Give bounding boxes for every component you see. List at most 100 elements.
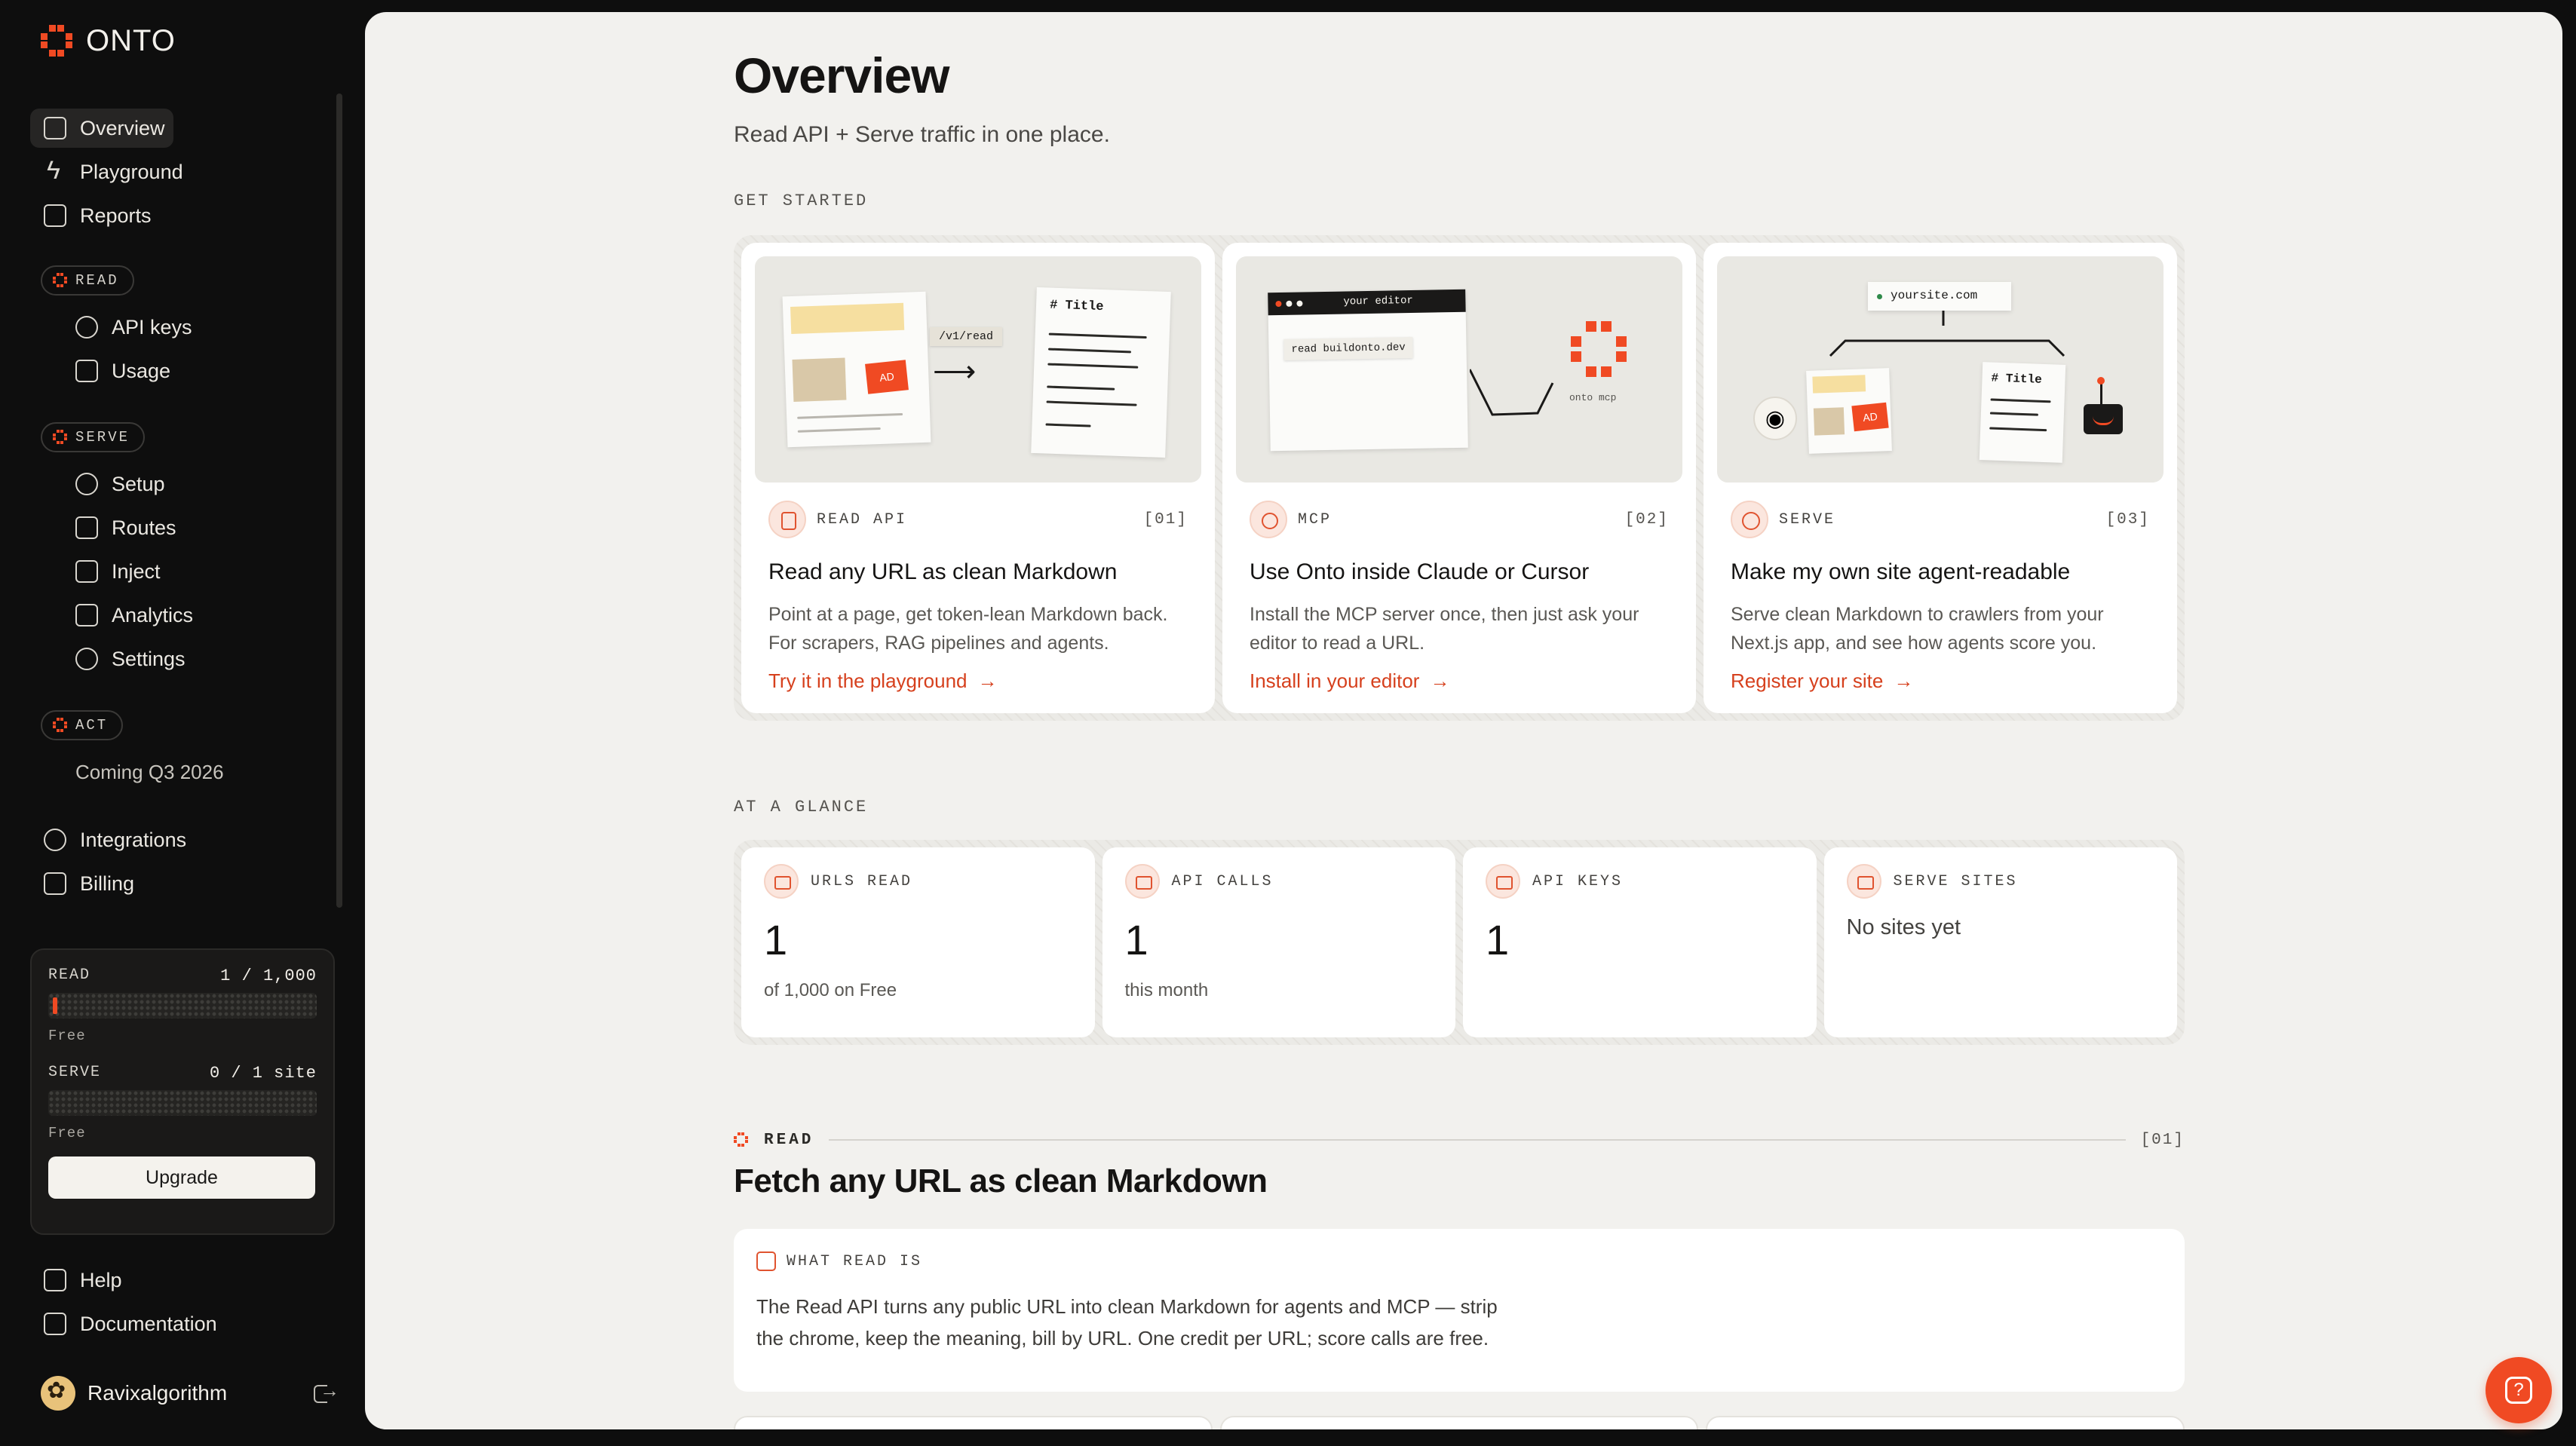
next-cards-peek (734, 1416, 2185, 1429)
nav-item-api-keys[interactable]: API keys (30, 308, 332, 347)
nav-item-label: Billing (80, 872, 135, 895)
stat-label: SERVE SITES (1893, 872, 2018, 890)
nav-item-label: Analytics (112, 603, 194, 626)
help-icon: ? (2505, 1377, 2532, 1404)
document-icon (768, 501, 806, 538)
section-pill-act: ACT (41, 710, 124, 740)
nav-item-label: Overview (80, 116, 165, 139)
browser-icon (764, 864, 799, 899)
coming-soon-note: Coming Q3 2026 (75, 760, 224, 783)
card-title: Use Onto inside Claude or Cursor (1250, 559, 1590, 584)
brand-name: ONTO (86, 24, 176, 57)
brand[interactable]: ONTO (41, 24, 176, 58)
nav-item-help[interactable]: Help (30, 1261, 332, 1300)
read-section-header: READ [01] (734, 1125, 2185, 1155)
stat-value: 1 (1124, 916, 1148, 963)
usage-read-value: 1 / 1,000 (220, 967, 317, 985)
editor-window: your editor read buildonto.dev (1268, 289, 1468, 452)
nav-item-label: Playground (80, 160, 183, 183)
nav-item-billing[interactable]: Billing (30, 864, 332, 903)
ad-tag: AD (1851, 402, 1889, 432)
onto-logo-icon (41, 24, 74, 58)
inject-icon (75, 560, 98, 583)
page-subtitle: Read API + Serve traffic in one place. (734, 122, 1110, 147)
read-nav-group: READ API keys Usage (30, 265, 332, 391)
eye-icon: ◉ (1753, 397, 1797, 440)
stat-label: API CALLS (1171, 872, 1274, 890)
nav-item-usage[interactable]: Usage (30, 351, 332, 391)
get-started-card-serve[interactable]: yoursite.com ◉ AD # Title SERVE [03] Mak… (1704, 243, 2177, 713)
get-started-card-read-api[interactable]: AD /v1/read ⟶ # Title READ API [01] Read… (741, 243, 1215, 713)
report-icon (44, 204, 66, 227)
nav-item-setup[interactable]: Setup (30, 464, 332, 504)
user-name: Ravixalgorithm (87, 1381, 228, 1405)
nav-item-documentation[interactable]: Documentation (30, 1304, 332, 1343)
bolt-icon (44, 156, 66, 185)
nav-item-integrations[interactable]: Integrations (30, 820, 332, 859)
nav-item-routes[interactable]: Routes (30, 508, 332, 547)
nav-item-playground[interactable]: Playground (30, 152, 332, 191)
stat-card-api-keys: API KEYS 1 (1463, 847, 1817, 1037)
target-icon (1250, 501, 1287, 538)
help-icon (44, 1269, 66, 1291)
nav-item-label: API keys (112, 315, 192, 339)
get-started-card-mcp[interactable]: your editor read buildonto.dev onto mcp … (1222, 243, 1696, 713)
card-number: [02] (1624, 510, 1669, 528)
editor-command: read buildonto.dev (1283, 336, 1413, 360)
onto-mark-icon (53, 718, 68, 733)
peek-card (1706, 1416, 2185, 1429)
page-title: Overview (734, 47, 950, 103)
book-icon (44, 1313, 66, 1335)
usage-serve-bar (48, 1090, 317, 1116)
install-editor-link[interactable]: Install in your editor → (1250, 669, 1669, 693)
nav-item-label: Help (80, 1268, 122, 1291)
serve-illustration: yoursite.com ◉ AD # Title (1717, 256, 2164, 483)
sidebar: ONTO Overview Playground Reports READ AP… (0, 0, 354, 1446)
usage-read-row: READ 1 / 1,000 (48, 967, 317, 985)
nav-item-label: Routes (112, 516, 176, 539)
upgrade-button[interactable]: Upgrade (48, 1156, 315, 1199)
gear-icon (75, 648, 98, 670)
stat-label: URLS READ (811, 872, 913, 890)
stat-note: of 1,000 on Free (764, 980, 897, 1000)
nav-item-label: Setup (112, 472, 165, 495)
nav-item-overview[interactable]: Overview (30, 109, 173, 148)
nav-item-label: Usage (112, 359, 171, 382)
stat-card-api-calls: API CALLS 1 this month (1102, 847, 1455, 1037)
card-number: [01] (1143, 510, 1188, 528)
logout-icon[interactable] (312, 1379, 339, 1405)
section-number: [01] (2140, 1131, 2185, 1149)
bottom-nav: Help Documentation (30, 1261, 332, 1343)
nav-item-inject[interactable]: Inject (30, 552, 332, 591)
section-label: READ (764, 1131, 814, 1149)
markdown-heading: # Title (1049, 298, 1104, 315)
help-chat-button[interactable]: ? (2486, 1357, 2552, 1423)
card-icon (44, 872, 66, 895)
markdown-paper: # Title (1031, 286, 1171, 458)
what-read-is-card: WHAT READ IS The Read API turns any publ… (734, 1229, 2185, 1392)
domain-text: yoursite.com (1891, 289, 1978, 302)
divider (829, 1139, 2126, 1141)
try-playground-link[interactable]: Try it in the playground → (768, 669, 1188, 693)
card-number: [03] (2105, 510, 2150, 528)
document-icon (44, 117, 66, 139)
stat-empty-note: No sites yet (1846, 915, 1961, 939)
card-title: Read any URL as clean Markdown (768, 559, 1118, 584)
usage-read-plan: Free (48, 1028, 86, 1044)
mcp-caption: onto mcp (1569, 392, 1617, 403)
usage-serve-value: 0 / 1 site (209, 1064, 317, 1083)
user-row[interactable]: Ravixalgorithm (41, 1374, 339, 1413)
arrow-right-icon: → (1894, 669, 1914, 692)
nav-item-settings[interactable]: Settings (30, 639, 332, 679)
onto-mark-icon (53, 273, 68, 288)
main-panel: Overview Read API + Serve traffic in one… (365, 12, 2562, 1429)
register-site-link[interactable]: Register your site → (1731, 669, 2150, 693)
nav-item-reports[interactable]: Reports (30, 196, 332, 235)
stat-card-serve-sites: SERVE SITES No sites yet (1823, 847, 2177, 1037)
link-label: Install in your editor (1250, 669, 1420, 692)
card-description: Serve clean Markdown to crawlers from yo… (1731, 604, 2104, 654)
sidebar-scrollbar[interactable] (336, 93, 342, 908)
nav-item-analytics[interactable]: Analytics (30, 596, 332, 635)
get-started-grid: AD /v1/read ⟶ # Title READ API [01] Read… (734, 235, 2185, 721)
stat-value: 1 (1486, 916, 1510, 963)
